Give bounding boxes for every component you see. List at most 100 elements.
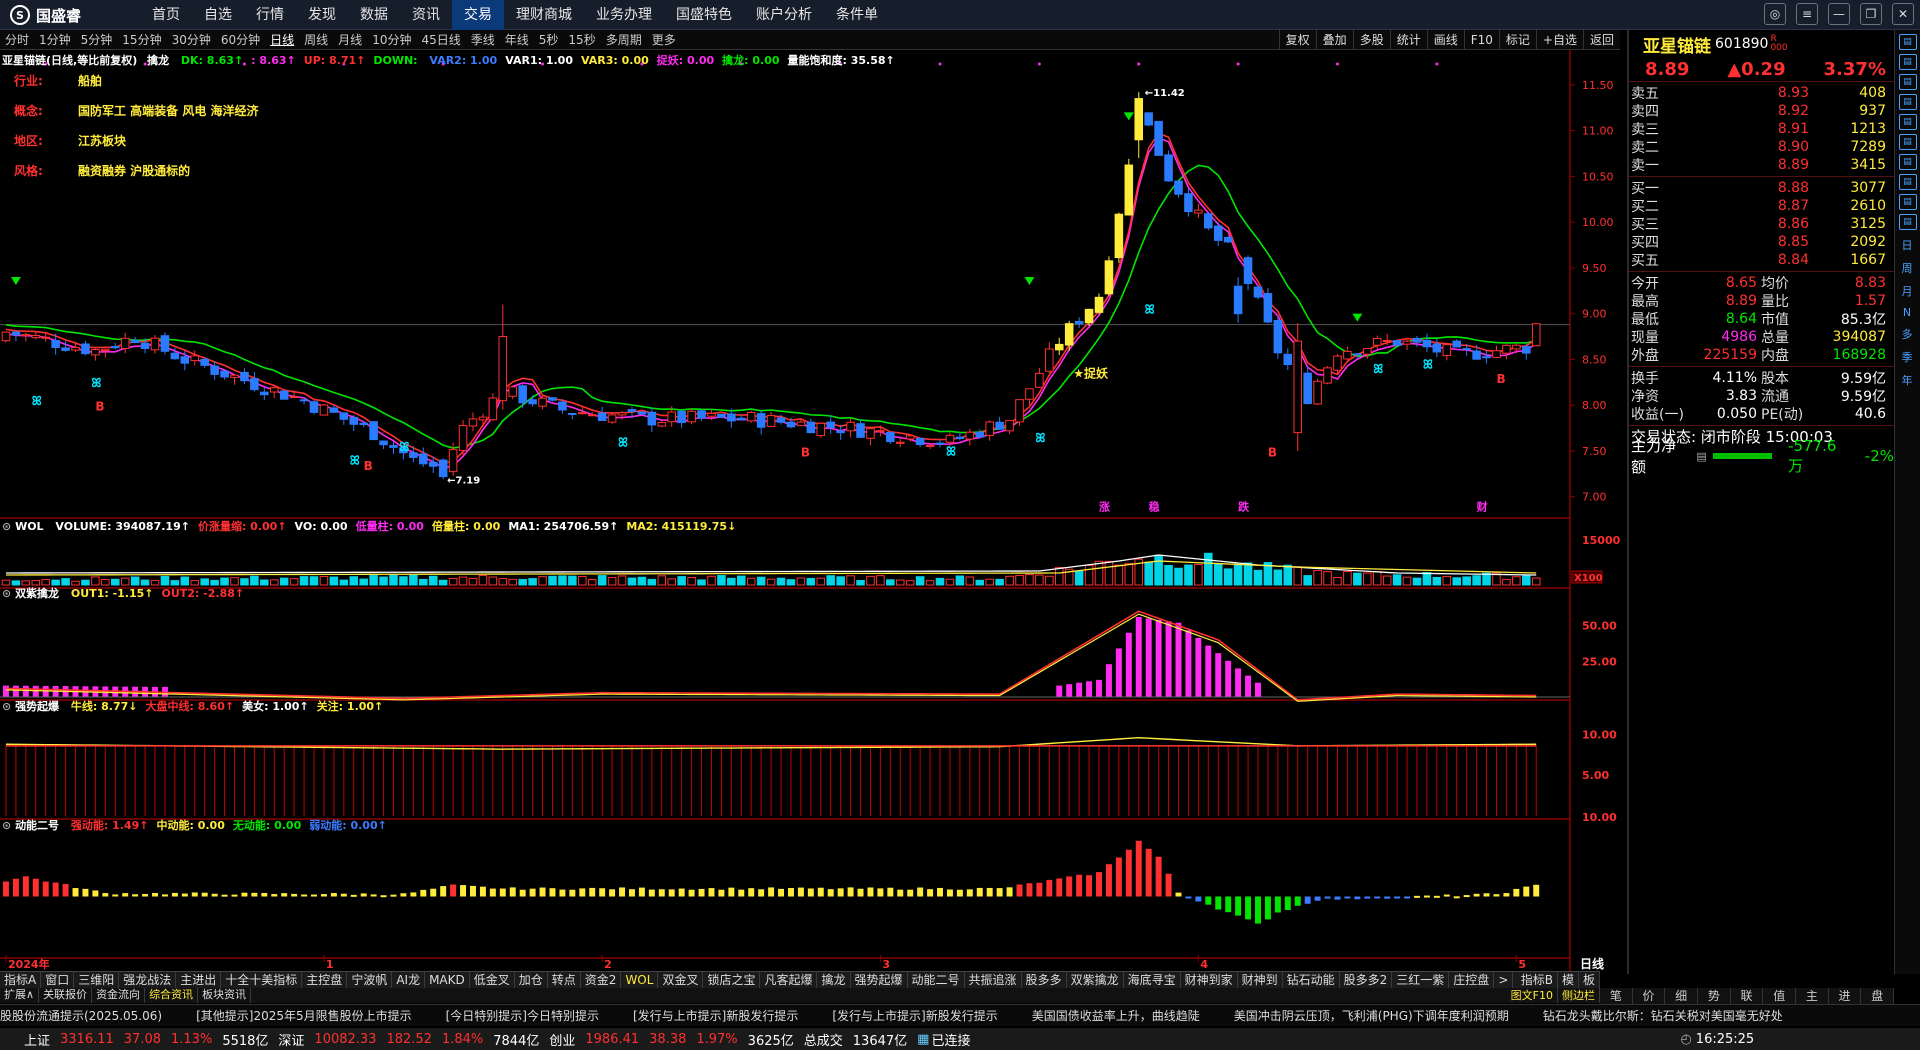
sub-tab-1[interactable]: 关联报价 <box>39 988 93 1003</box>
tool-button-8[interactable]: 返回 <box>1582 30 1620 50</box>
right-panel-tab-5[interactable]: 值 <box>1763 988 1797 1004</box>
period-9[interactable]: 10分钟 <box>367 31 416 48</box>
grid-icon[interactable]: ▤ <box>1898 74 1917 90</box>
indicator-tab-15[interactable]: 双金叉 <box>658 972 704 988</box>
tool-button-2[interactable]: 多股 <box>1352 30 1390 50</box>
right-panel-tab-1[interactable]: 价 <box>1633 988 1666 1004</box>
nav-item-4[interactable]: 数据 <box>348 0 400 30</box>
main-net-info-icon[interactable]: ▤ <box>1696 450 1706 463</box>
indicator-tab-8[interactable]: AI龙 <box>392 972 426 988</box>
nav-item-0[interactable]: 首页 <box>140 0 192 30</box>
right-panel-tab-7[interactable]: 进 <box>1829 988 1862 1004</box>
nav-item-3[interactable]: 发现 <box>296 0 348 30</box>
indicator-tab-6[interactable]: 主控盘 <box>302 972 348 988</box>
tool-button-3[interactable]: 统计 <box>1389 30 1427 50</box>
book-row[interactable]: 卖四 8.92 937 <box>1629 102 1894 120</box>
indicator-tab-19[interactable]: 强势起爆 <box>851 972 908 988</box>
tool-button-6[interactable]: 标记 <box>1498 30 1536 50</box>
news-item-4[interactable]: [发行与上市提示]新股发行提示 <box>832 1007 997 1024</box>
period-2[interactable]: 5分钟 <box>76 31 118 48</box>
period-8[interactable]: 月线 <box>333 31 367 48</box>
indicator-tab-24[interactable]: 海底寻宝 <box>1124 972 1181 988</box>
indicator-tab-20[interactable]: 动能二号 <box>908 972 965 988</box>
ind2-collapse-icon[interactable]: ⊙ <box>2 587 11 600</box>
side-period-2[interactable]: 月 <box>1895 283 1919 299</box>
tool-button-1[interactable]: 叠加 <box>1315 30 1353 50</box>
book-row[interactable]: 买四 8.85 2092 <box>1629 233 1894 251</box>
news-item-5[interactable]: 美国国债收益率上升，曲线趋陡 <box>1032 1007 1200 1024</box>
side-period-0[interactable]: 日 <box>1895 237 1919 253</box>
period-15[interactable]: 多周期 <box>601 31 647 48</box>
rank-icon[interactable]: ▤ <box>1898 134 1917 150</box>
book-row[interactable]: 卖三 8.91 1213 <box>1629 120 1894 138</box>
doc-icon[interactable]: ▤ <box>1898 94 1917 110</box>
close-icon[interactable]: ✕ <box>1892 3 1914 25</box>
restore-icon[interactable]: ❐ <box>1860 3 1882 25</box>
indicator-tab-right-0[interactable]: 指标B <box>1517 972 1558 988</box>
nav-item-1[interactable]: 自选 <box>192 0 244 30</box>
period-4[interactable]: 30分钟 <box>167 31 216 48</box>
side-period-3[interactable]: N <box>1895 306 1919 319</box>
menu-icon[interactable]: ≡ <box>1796 3 1818 25</box>
news-item-2[interactable]: [今日特别提示]今日特别提示 <box>446 1007 599 1024</box>
indicator-tab-29[interactable]: 三红一紫 <box>1392 972 1450 988</box>
indicator-tab-11[interactable]: 加仓 <box>515 972 548 988</box>
right-panel-tab-0[interactable]: 笔 <box>1600 988 1633 1004</box>
nav-up-icon[interactable]: ▤ <box>1898 34 1917 50</box>
right-sub-tab-0[interactable]: 图文F10 <box>1507 988 1558 1003</box>
ind3-collapse-icon[interactable]: ⊙ <box>2 700 11 713</box>
nav-item-11[interactable]: 条件单 <box>824 0 890 30</box>
indicator-tab-30[interactable]: 庄控盘 <box>1449 972 1495 988</box>
indicator-tab-23[interactable]: 双紫擒龙 <box>1067 972 1124 988</box>
sub-tab-2[interactable]: 资金流向 <box>92 988 146 1003</box>
period-0[interactable]: 分时 <box>0 31 34 48</box>
indicator-tab-27[interactable]: 钻石动能 <box>1283 972 1340 988</box>
sub-tab-3[interactable]: 综合资讯 <box>145 988 199 1003</box>
right-panel-tab-4[interactable]: 联 <box>1731 988 1764 1004</box>
indicator-tab-right-1[interactable]: 模 <box>1558 972 1579 988</box>
right-panel-tab-6[interactable]: 主 <box>1796 988 1829 1004</box>
indicator-tab-16[interactable]: 锁店之宝 <box>703 972 761 988</box>
period-6[interactable]: 日线 <box>265 31 299 48</box>
book-row[interactable]: 买五 8.84 1667 <box>1629 251 1894 269</box>
indicator-tab-0[interactable]: 指标A <box>0 972 42 988</box>
side-period-1[interactable]: 周 <box>1895 260 1919 276</box>
indicator-tab-18[interactable]: 擒龙 <box>817 972 851 988</box>
indicator-tab-14[interactable]: WOL <box>621 972 659 988</box>
volume-collapse-icon[interactable]: ⊙ <box>2 520 11 533</box>
indicator-tab-13[interactable]: 资金2 <box>581 972 622 988</box>
nav-item-7[interactable]: 理财商城 <box>504 0 584 30</box>
period-3[interactable]: 15分钟 <box>117 31 166 48</box>
indicator-tab-22[interactable]: 股多多 <box>1022 972 1067 988</box>
sub-tab-0[interactable]: 扩展∧ <box>0 988 40 1003</box>
nav-item-10[interactable]: 账户分析 <box>744 0 824 30</box>
nav-item-6[interactable]: 交易 <box>452 0 504 30</box>
tool-button-7[interactable]: +自选 <box>1535 30 1583 50</box>
news-item-1[interactable]: [其他提示]2025年5月限售股份上市提示 <box>196 1007 412 1024</box>
ind4-collapse-icon[interactable]: ⊙ <box>2 819 11 832</box>
news-icon[interactable]: ▤ <box>1898 174 1917 190</box>
sub-tab-4[interactable]: 板块资讯 <box>198 988 252 1003</box>
tabs-scroll-right-icon[interactable]: > <box>1494 972 1514 988</box>
indicator-tab-right-2[interactable]: 板 <box>1579 972 1600 988</box>
minimize-icon[interactable]: — <box>1828 3 1850 25</box>
book-row[interactable]: 买一 8.88 3077 <box>1629 179 1894 197</box>
indicator-tab-9[interactable]: MAKD <box>425 972 470 988</box>
indicator-tab-1[interactable]: 窗口 <box>41 972 75 988</box>
chat-icon[interactable]: ◎ <box>1764 3 1786 25</box>
period-5[interactable]: 60分钟 <box>216 31 265 48</box>
news-item-7[interactable]: 钻石龙头戴比尔斯：钻石关税对美国毫无好处 <box>1543 1007 1783 1024</box>
indicator-tab-3[interactable]: 强龙战法 <box>119 972 177 988</box>
indicator-tab-12[interactable]: 转点 <box>548 972 581 988</box>
pie-icon[interactable]: ▤ <box>1898 214 1917 230</box>
side-period-5[interactable]: 季 <box>1895 349 1919 365</box>
period-16[interactable]: 更多 <box>647 31 681 48</box>
nav-item-5[interactable]: 资讯 <box>400 0 452 30</box>
period-14[interactable]: 15秒 <box>563 31 600 48</box>
right-panel-tab-8[interactable]: 盘 <box>1861 988 1895 1004</box>
indicator-tab-26[interactable]: 财神到 <box>1238 972 1283 988</box>
news-item-3[interactable]: [发行与上市提示]新股发行提示 <box>633 1007 798 1024</box>
book-row[interactable]: 卖二 8.90 7289 <box>1629 138 1894 156</box>
news-item-0[interactable]: 股股份流通提示(2025.05.06) <box>0 1007 162 1024</box>
period-13[interactable]: 5秒 <box>534 31 564 48</box>
